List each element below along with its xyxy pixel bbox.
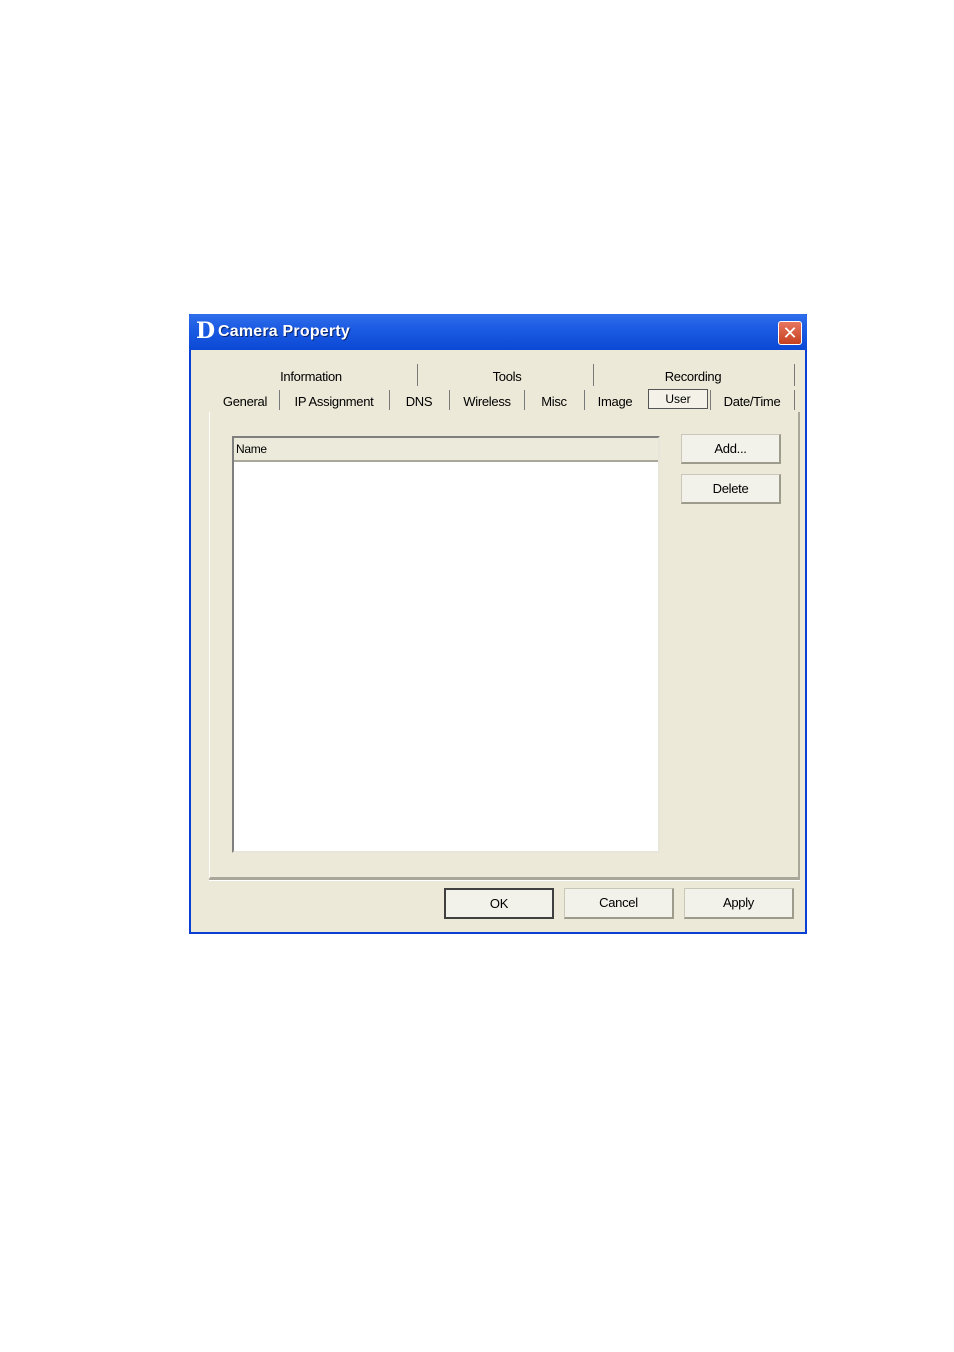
tab-separator xyxy=(417,364,418,386)
tab-separator xyxy=(524,390,525,410)
tab-dns[interactable]: DNS xyxy=(397,391,441,413)
tab-date-time[interactable]: Date/Time xyxy=(715,391,789,413)
user-list[interactable]: Name xyxy=(232,436,660,853)
apply-button[interactable]: Apply xyxy=(684,888,794,919)
tab-separator xyxy=(794,390,795,410)
tab-image[interactable]: Image xyxy=(589,391,641,413)
tab-separator xyxy=(389,390,390,410)
tab-recording[interactable]: Recording xyxy=(633,366,753,388)
tab-separator xyxy=(584,390,585,410)
footer-divider xyxy=(209,879,800,881)
tab-separator xyxy=(449,390,450,410)
tab-misc[interactable]: Misc xyxy=(531,391,577,413)
tab-tools[interactable]: Tools xyxy=(447,366,567,388)
ok-button[interactable]: OK xyxy=(444,888,554,919)
tab-separator xyxy=(593,364,594,386)
tab-general[interactable]: General xyxy=(217,391,273,413)
cancel-button[interactable]: Cancel xyxy=(564,888,674,919)
tab-information[interactable]: Information xyxy=(251,366,371,388)
tab-ip-assignment[interactable]: IP Assignment xyxy=(285,391,383,413)
tab-user[interactable]: User xyxy=(648,389,708,409)
camera-property-dialog: D Camera Property ✕ Information Tools Re… xyxy=(189,314,807,934)
title-bar[interactable]: D Camera Property ✕ xyxy=(189,314,807,350)
delete-user-button[interactable]: Delete xyxy=(681,474,781,504)
column-header-name[interactable]: Name xyxy=(234,438,658,462)
tab-separator xyxy=(279,390,280,410)
dlink-logo-icon: D xyxy=(196,318,216,344)
add-user-button[interactable]: Add... xyxy=(681,434,781,464)
tab-separator xyxy=(710,390,711,410)
tab-wireless[interactable]: Wireless xyxy=(456,391,518,413)
window-title: Camera Property xyxy=(218,323,350,340)
close-icon[interactable]: ✕ xyxy=(778,321,802,345)
tab-separator xyxy=(794,364,795,386)
